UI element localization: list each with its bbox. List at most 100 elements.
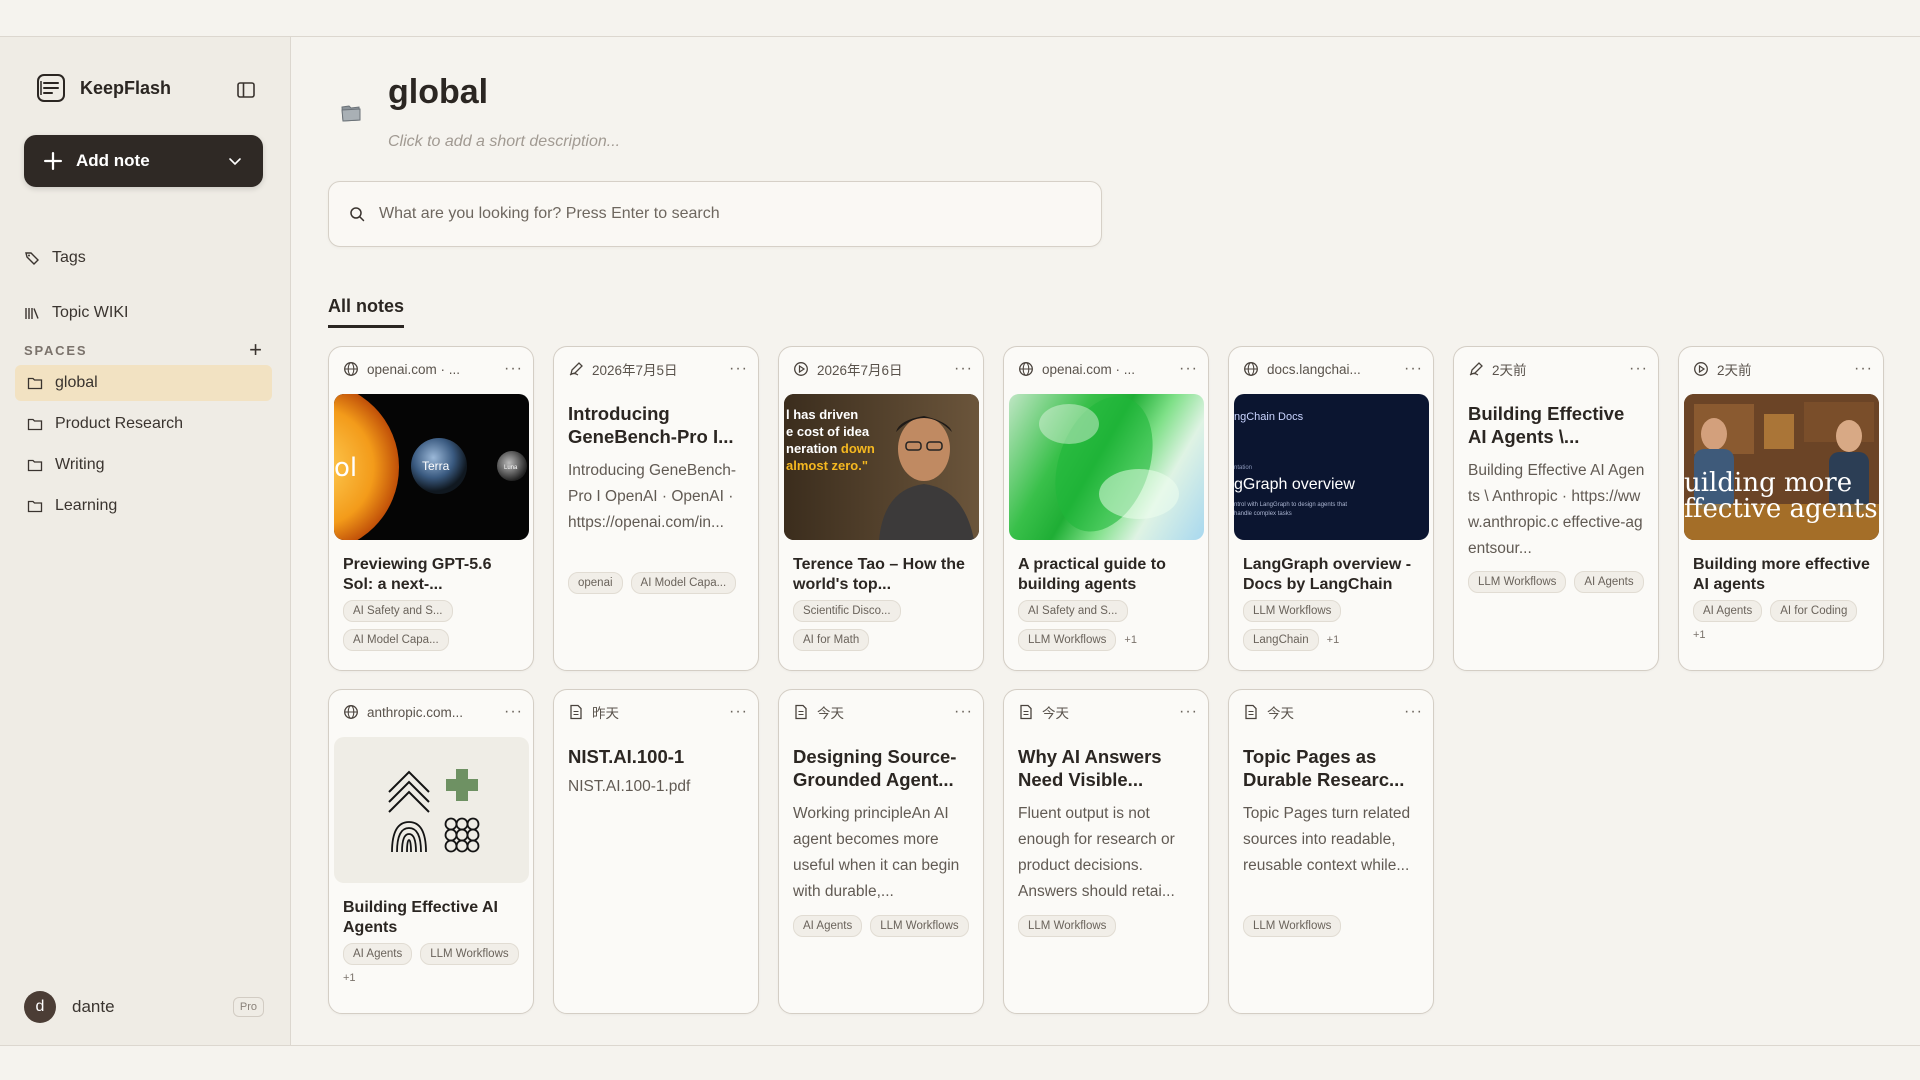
add-note-label: Add note [76,151,150,170]
note-card[interactable]: 今天 ··· Topic Pages as Durable Researc...… [1228,689,1434,1014]
card-source: 2026年7月5日 [592,363,678,378]
more-options-icon[interactable]: ··· [1179,703,1198,721]
chevron-down-icon[interactable] [227,153,243,169]
more-options-icon[interactable]: ··· [1629,360,1648,378]
description-placeholder[interactable]: Click to add a short description... [388,133,620,151]
card-title: A practical guide to building agents [1018,556,1166,593]
document-icon [795,704,807,720]
search-bar[interactable] [328,181,1102,247]
tag-chip[interactable]: LLM Workflows [870,915,969,937]
card-title: Terence Tao – How the world's top... [793,556,965,593]
tag-chip[interactable]: AI Agents [1574,571,1644,593]
tag-chip[interactable]: AI Safety and S... [343,600,453,622]
tag-chip[interactable]: AI for Coding [1770,600,1858,622]
thumb-text: e cost of idea [786,424,870,439]
card-body: Introducing GeneBench-Pro I OpenAI · Ope… [568,462,737,531]
more-options-icon[interactable]: ··· [1179,360,1198,378]
tag-chip[interactable]: AI Agents [793,915,863,937]
card-source: openai.com · ... [367,361,461,377]
spaces-header: SPACES + [24,339,262,361]
more-options-icon[interactable]: ··· [1404,703,1423,721]
tag-chip[interactable]: LLM Workflows [1243,915,1342,937]
note-card[interactable]: 2天前 ··· uilding more ffective agents Bui… [1678,346,1884,671]
add-space-plus-icon[interactable]: + [249,339,262,361]
note-card[interactable]: 今天 ··· Why AI Answers Need Visible... Fl… [1003,689,1209,1014]
thumb-text: ntation [1234,465,1252,471]
tag-chip[interactable]: LLM Workflows [1468,571,1567,593]
search-input[interactable] [379,205,1081,223]
thumb-text: Luna [504,465,518,471]
card-title: Topic Pages as Durable Researc... [1243,746,1405,791]
card-header: 昨天 ··· [568,702,748,722]
tag-chip[interactable]: AI for Math [793,629,870,651]
card-source: 昨天 [592,706,619,721]
note-card[interactable]: anthropic.com... ··· Building Effective … [328,689,534,1014]
more-options-icon[interactable]: ··· [1404,360,1423,378]
more-options-icon[interactable]: ··· [504,360,523,378]
pen-icon [569,362,583,376]
folder-icon [27,377,43,390]
tag-chip[interactable]: AI Model Capa... [630,572,737,594]
more-tags-count[interactable]: +1 [1693,629,1706,641]
tag-chip[interactable]: LangChain [1243,629,1319,651]
note-card[interactable]: 今天 ··· Designing Source-Grounded Agent..… [778,689,984,1014]
card-title: Building more effective AI agents [1693,556,1870,593]
tag-chip[interactable]: Scientific Disco... [793,600,901,622]
more-tags-count[interactable]: +1 [1124,634,1137,646]
card-tags: Scientific Disco... AI for Math [793,600,975,651]
more-options-icon[interactable]: ··· [729,703,748,721]
more-tags-count[interactable]: +1 [343,972,356,984]
note-card[interactable]: 昨天 ··· NIST.AI.100-1 NIST.AI.100-1.pdf [553,689,759,1014]
card-title: NIST.AI.100-1 [568,746,685,767]
note-card[interactable]: 2026年7月5日 ··· Introducing GeneBench-Pro … [553,346,759,671]
add-note-button[interactable]: Add note [24,135,263,187]
card-source: 2天前 [1717,363,1752,378]
tag-chip[interactable]: LLM Workflows [1018,915,1117,937]
note-card[interactable]: openai.com · ... ··· A practical guide t… [1003,346,1209,671]
nav-label: Tags [52,249,86,266]
tag-chip[interactable]: openai [568,572,623,594]
space-item-global[interactable]: global [15,365,272,401]
tag-chip[interactable]: LLM Workflows [1018,629,1117,651]
more-options-icon[interactable]: ··· [1854,360,1873,378]
card-title: Building Effective AI Agents \... [1468,403,1625,448]
folder-icon [27,459,43,472]
user-menu[interactable]: d dante Pro [24,991,264,1023]
thumb-text: ntrol with LangGraph to design agents th… [1234,502,1347,508]
card-header: 2026年7月5日 ··· [568,359,748,379]
space-label: global [55,374,98,391]
sidebar-toggle-icon[interactable] [236,80,256,100]
more-tags-count[interactable]: +1 [1327,634,1340,646]
more-options-icon[interactable]: ··· [729,360,748,378]
nav-item-tags[interactable]: Tags [24,249,86,267]
card-thumbnail: uilding more ffective agents [1684,394,1879,540]
tag-chip[interactable]: AI Model Capa... [343,629,449,651]
card-tags: AI Agents AI for Coding +1 [1693,600,1875,641]
space-item-learning[interactable]: Learning [15,488,272,524]
tag-chip[interactable]: AI Agents [343,943,413,965]
note-card[interactable]: 2026年7月6日 ··· l has driven e cost of ide… [778,346,984,671]
more-options-icon[interactable]: ··· [954,703,973,721]
note-card[interactable]: docs.langchai... ··· ngChain Docs ntatio… [1228,346,1434,671]
card-title: Introducing GeneBench-Pro I... [568,403,734,448]
tag-chip[interactable]: LLM Workflows [420,943,519,965]
space-item-writing[interactable]: Writing [15,447,272,483]
library-icon [25,308,39,319]
thumb-text: ol [334,453,357,483]
card-source: 今天 [817,706,844,721]
tab-all-notes[interactable]: All notes [328,296,405,328]
folder-icon [27,418,43,431]
note-card[interactable]: openai.com · ... ··· ol Terra Luna Previ… [328,346,534,671]
more-options-icon[interactable]: ··· [954,360,973,378]
brand[interactable]: KeepFlash [36,73,171,103]
page-title[interactable]: global [388,73,488,112]
plus-icon [44,152,62,170]
nav-item-topic-wiki[interactable]: Topic WIKI [24,304,128,322]
space-item-product-research[interactable]: Product Research [15,406,272,442]
card-header: openai.com · ... ··· [343,359,523,379]
tag-chip[interactable]: LLM Workflows [1243,600,1342,622]
tag-chip[interactable]: AI Agents [1693,600,1763,622]
tag-chip[interactable]: AI Safety and S... [1018,600,1128,622]
note-card[interactable]: 2天前 ··· Building Effective AI Agents \..… [1453,346,1659,671]
more-options-icon[interactable]: ··· [504,703,523,721]
